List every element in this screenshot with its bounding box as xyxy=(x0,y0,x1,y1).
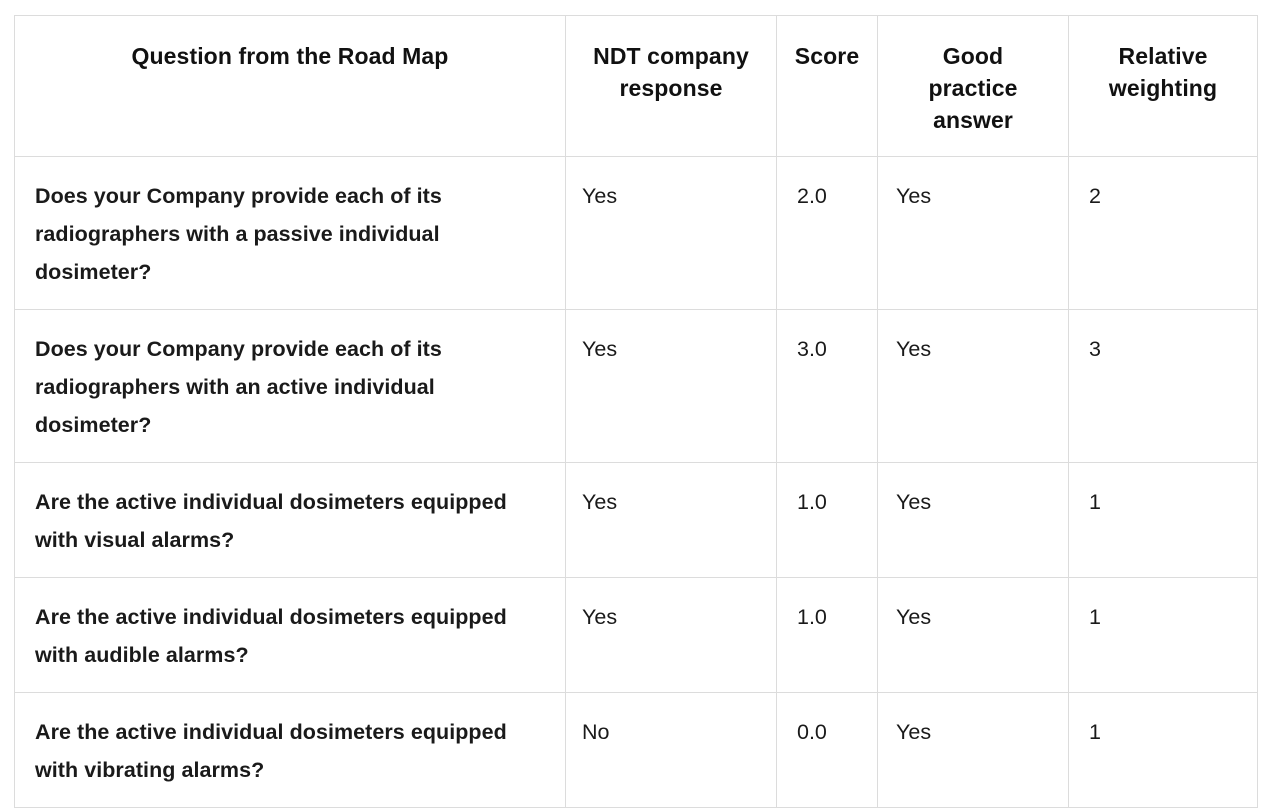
table-row: Are the active individual dosimeters equ… xyxy=(14,462,1258,578)
column-header-weight-line1: Relative xyxy=(1118,43,1208,69)
cell-good-practice: Yes xyxy=(877,692,1069,808)
cell-relative-weighting: 1 xyxy=(1068,462,1258,578)
cell-good-practice: Yes xyxy=(877,462,1069,578)
column-header-score-label: Score xyxy=(794,43,860,69)
cell-response: Yes xyxy=(565,577,777,693)
column-header-relative-weighting: Relative weighting xyxy=(1068,15,1258,157)
cell-relative-weighting: 1 xyxy=(1068,577,1258,693)
column-header-relative-weighting-label: Relative weighting xyxy=(1069,16,1257,104)
cell-question: Are the active individual dosimeters equ… xyxy=(14,577,566,693)
relative-weighting-value: 2 xyxy=(1089,184,1101,208)
cell-response: Yes xyxy=(565,462,777,578)
roadmap-table: Question from the Road Map NDT company r… xyxy=(14,15,1258,808)
column-header-good-line2: practice xyxy=(928,75,1018,101)
header-row: Question from the Road Map NDT company r… xyxy=(14,15,1258,157)
column-header-response-line1: NDT company xyxy=(593,43,749,69)
good-practice-value: Yes xyxy=(896,605,932,629)
column-header-good-practice-label: Good practice answer xyxy=(878,16,1068,136)
question-text: Does your Company provide each of its ra… xyxy=(35,337,442,437)
relative-weighting-value: 1 xyxy=(1089,490,1101,514)
column-header-response: NDT company response xyxy=(565,15,777,157)
good-practice-value: Yes xyxy=(896,337,932,361)
question-text: Are the active individual dosimeters equ… xyxy=(35,490,507,552)
column-header-score: Score xyxy=(776,15,878,157)
score-value: 3.0 xyxy=(797,337,827,361)
score-value: 0.0 xyxy=(797,720,827,744)
cell-relative-weighting: 1 xyxy=(1068,692,1258,808)
table-row: Are the active individual dosimeters equ… xyxy=(14,692,1258,808)
column-header-response-label: NDT company response xyxy=(566,16,776,104)
column-header-good-line3: answer xyxy=(933,107,1013,133)
score-value: 1.0 xyxy=(797,605,827,629)
cell-good-practice: Yes xyxy=(877,309,1069,463)
table-row: Are the active individual dosimeters equ… xyxy=(14,577,1258,693)
table-row: Does your Company provide each of its ra… xyxy=(14,156,1258,310)
table-body: Does your Company provide each of its ra… xyxy=(14,156,1258,808)
question-text: Are the active individual dosimeters equ… xyxy=(35,605,507,667)
cell-question: Does your Company provide each of its ra… xyxy=(14,309,566,463)
question-text: Are the active individual dosimeters equ… xyxy=(35,720,507,782)
cell-response: Yes xyxy=(565,156,777,310)
cell-score: 0.0 xyxy=(776,692,878,808)
response-value: Yes xyxy=(582,490,618,514)
roadmap-table-container: Question from the Road Map NDT company r… xyxy=(14,15,1258,808)
cell-score: 1.0 xyxy=(776,462,878,578)
relative-weighting-value: 3 xyxy=(1089,337,1101,361)
good-practice-value: Yes xyxy=(896,184,932,208)
page-root: Question from the Road Map NDT company r… xyxy=(0,0,1280,808)
table-row: Does your Company provide each of its ra… xyxy=(14,309,1258,463)
column-header-good-practice: Good practice answer xyxy=(877,15,1069,157)
cell-response: No xyxy=(565,692,777,808)
cell-good-practice: Yes xyxy=(877,577,1069,693)
cell-relative-weighting: 2 xyxy=(1068,156,1258,310)
cell-score: 1.0 xyxy=(776,577,878,693)
score-value: 1.0 xyxy=(797,490,827,514)
cell-good-practice: Yes xyxy=(877,156,1069,310)
column-header-question: Question from the Road Map xyxy=(14,15,566,157)
relative-weighting-value: 1 xyxy=(1089,605,1101,629)
score-value: 2.0 xyxy=(797,184,827,208)
table-header: Question from the Road Map NDT company r… xyxy=(14,15,1258,157)
response-value: Yes xyxy=(582,337,618,361)
response-value: No xyxy=(582,720,610,744)
column-header-weight-line2: weighting xyxy=(1108,75,1218,101)
cell-response: Yes xyxy=(565,309,777,463)
cell-score: 3.0 xyxy=(776,309,878,463)
column-header-question-label: Question from the Road Map xyxy=(131,43,449,69)
column-header-response-line2: response xyxy=(619,75,723,101)
response-value: Yes xyxy=(582,184,618,208)
cell-question: Does your Company provide each of its ra… xyxy=(14,156,566,310)
cell-score: 2.0 xyxy=(776,156,878,310)
good-practice-value: Yes xyxy=(896,490,932,514)
response-value: Yes xyxy=(582,605,618,629)
cell-question: Are the active individual dosimeters equ… xyxy=(14,692,566,808)
cell-question: Are the active individual dosimeters equ… xyxy=(14,462,566,578)
column-header-good-line1: Good xyxy=(942,43,1004,69)
relative-weighting-value: 1 xyxy=(1089,720,1101,744)
cell-relative-weighting: 3 xyxy=(1068,309,1258,463)
good-practice-value: Yes xyxy=(896,720,932,744)
question-text: Does your Company provide each of its ra… xyxy=(35,184,442,284)
